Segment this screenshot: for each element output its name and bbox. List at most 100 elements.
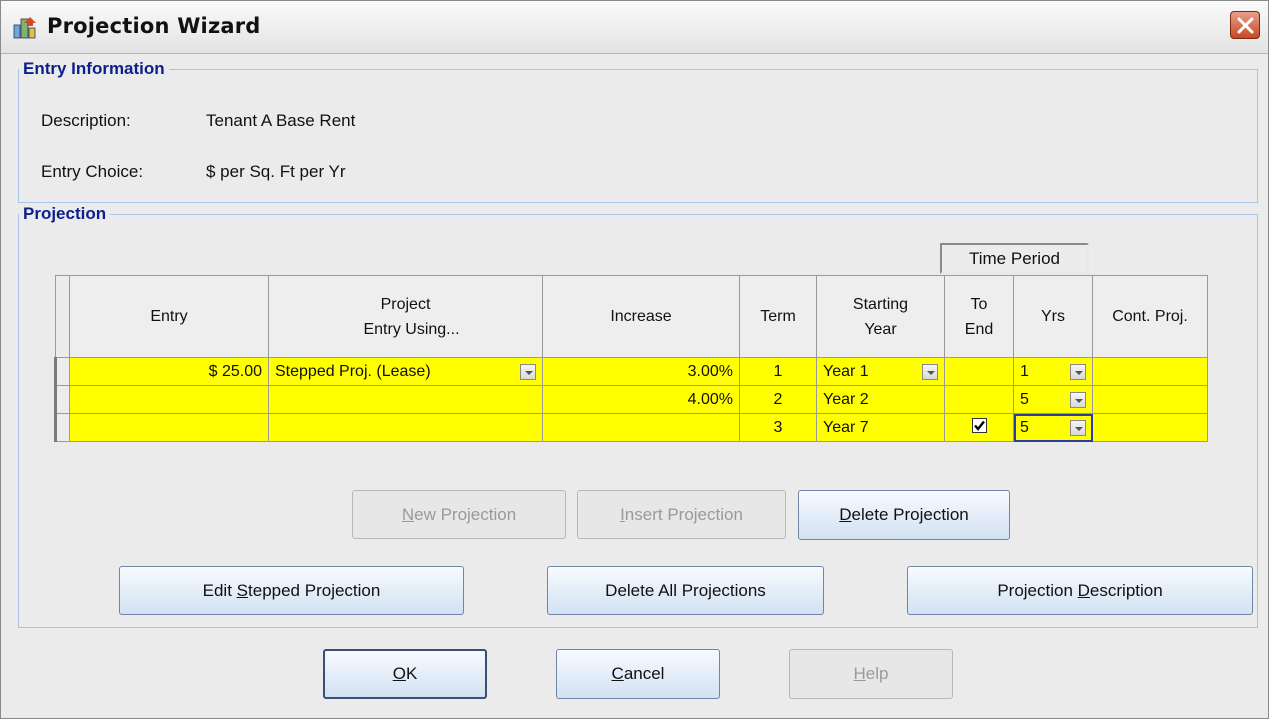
col-increase[interactable]: Increase — [542, 275, 740, 358]
edit-stepped-pre: Edit — [202, 580, 237, 600]
ok-label: K — [405, 664, 418, 683]
delete-projection-label: elete Projection — [851, 505, 969, 524]
chevron-down-icon[interactable] — [1070, 363, 1086, 380]
insert-projection-button[interactable]: Insert Projection — [577, 490, 786, 539]
cont-proj-cell[interactable] — [1092, 413, 1208, 442]
chevron-down-icon[interactable] — [922, 363, 938, 380]
method-cell[interactable]: Stepped Proj. (Lease) — [268, 357, 543, 386]
col-term-label: Term — [760, 308, 796, 325]
col-yrs-label: Yrs — [1041, 308, 1065, 325]
start-year-cell[interactable]: Year 1 — [816, 357, 945, 386]
chevron-down-icon[interactable] — [1070, 391, 1086, 408]
method-cell[interactable] — [268, 413, 543, 442]
description-label: Description: — [41, 111, 131, 130]
yrs-value: 5 — [1020, 418, 1029, 436]
col-yrs[interactable]: Yrs — [1013, 275, 1093, 358]
term-cell: 2 — [739, 385, 817, 414]
entry-information-group: Entry Information — [18, 59, 1258, 203]
to-end-checkbox[interactable] — [971, 417, 987, 433]
table-row[interactable]: $ 25.00 Stepped Proj. (Lease) 3.00% 1 Ye… — [54, 357, 1208, 386]
chevron-down-icon[interactable] — [1070, 419, 1086, 436]
cancel-label: ancel — [623, 664, 665, 683]
close-button[interactable] — [1230, 11, 1260, 39]
col-entry-label: Entry — [150, 308, 188, 325]
table-header-row: Entry Project Entry Using... Increase Ter… — [55, 275, 1208, 358]
chevron-down-icon[interactable] — [520, 363, 536, 380]
ok-button[interactable]: OK — [323, 649, 487, 699]
table-row[interactable]: 3 Year 7 5 — [54, 413, 1208, 442]
cancel-mnemonic: C — [611, 664, 624, 683]
col-increase-label: Increase — [610, 308, 672, 325]
col-start-label-1: Starting — [852, 295, 909, 313]
building-chart-icon — [13, 15, 39, 39]
insert-projection-label: nsert Projection — [624, 504, 743, 524]
projection-description-button[interactable]: Projection Description — [907, 566, 1253, 615]
col-cont-label: Cont. Proj. — [1112, 308, 1188, 325]
term-cell: 1 — [739, 357, 817, 386]
row-header[interactable] — [54, 357, 70, 386]
col-project-entry-using[interactable]: Project Entry Using... — [268, 275, 543, 358]
row-header-corner — [55, 275, 70, 358]
col-term[interactable]: Term — [739, 275, 817, 358]
title-bar[interactable]: Projection Wizard — [1, 1, 1268, 54]
delete-projection-mnemonic: D — [839, 505, 852, 524]
term-cell: 3 — [739, 413, 817, 442]
col-starting-year[interactable]: Starting Year — [816, 275, 945, 358]
yrs-cell[interactable]: 5 — [1013, 413, 1093, 442]
edit-stepped-label: tepped Projection — [248, 580, 381, 600]
start-year-cell[interactable]: Year 7 — [816, 413, 945, 442]
new-projection-button[interactable]: New Projection — [352, 490, 566, 539]
col-start-label-2: Year — [864, 320, 897, 338]
to-end-cell[interactable] — [944, 413, 1014, 442]
cont-proj-cell[interactable] — [1092, 357, 1208, 386]
cancel-button[interactable]: Cancel — [556, 649, 720, 699]
proj-desc-mnemonic: D — [1077, 580, 1090, 600]
entry-cell[interactable] — [69, 385, 269, 414]
entry-information-legend: Entry Information — [23, 59, 165, 78]
help-label: elp — [865, 664, 889, 683]
entry-cell[interactable]: $ 25.00 — [69, 357, 269, 386]
time-period-header: Time Period — [940, 243, 1089, 274]
help-mnemonic: H — [853, 664, 866, 683]
entry-cell[interactable] — [69, 413, 269, 442]
yrs-cell[interactable]: 1 — [1013, 357, 1093, 386]
yrs-cell[interactable]: 5 — [1013, 385, 1093, 414]
entry-choice-label: Entry Choice: — [41, 162, 144, 181]
method-cell[interactable] — [268, 385, 543, 414]
delete-all-projections-button[interactable]: Delete All Projections — [547, 566, 824, 615]
start-year-cell[interactable]: Year 2 — [816, 385, 945, 414]
delete-all-label: Delete All Projections — [605, 580, 766, 600]
cont-proj-cell[interactable] — [1092, 385, 1208, 414]
to-end-cell[interactable] — [944, 357, 1014, 386]
proj-desc-label: escription — [1089, 580, 1163, 600]
start-year-value: Year 1 — [823, 362, 869, 380]
row-header[interactable] — [54, 385, 70, 414]
close-icon — [1237, 17, 1254, 34]
projection-legend: Projection — [23, 204, 107, 223]
col-project-label-2: Entry Using... — [363, 320, 460, 338]
col-entry[interactable]: Entry — [69, 275, 269, 358]
checkmark-icon — [973, 420, 985, 431]
edit-stepped-mnemonic: S — [236, 580, 249, 600]
method-value: Stepped Proj. (Lease) — [275, 362, 431, 380]
increase-cell[interactable]: 3.00% — [542, 357, 740, 386]
table-row[interactable]: 4.00% 2 Year 2 5 — [54, 385, 1208, 414]
col-toend-label-1: To — [970, 295, 988, 313]
col-cont-proj[interactable]: Cont. Proj. — [1092, 275, 1208, 358]
ok-mnemonic: O — [392, 664, 406, 683]
edit-stepped-projection-button[interactable]: Edit Stepped Projection — [119, 566, 464, 615]
increase-cell[interactable]: 4.00% — [542, 385, 740, 414]
delete-projection-button[interactable]: Delete Projection — [798, 490, 1010, 540]
increase-cell[interactable] — [542, 413, 740, 442]
col-to-end[interactable]: To End — [944, 275, 1014, 358]
col-project-label-1: Project — [380, 295, 431, 313]
to-end-cell[interactable] — [944, 385, 1014, 414]
new-projection-mnemonic: N — [401, 504, 415, 524]
projection-wizard-window: Projection Wizard Entry Information Desc… — [0, 0, 1269, 719]
window-title: Projection Wizard — [47, 14, 261, 38]
help-button[interactable]: Help — [789, 649, 953, 699]
yrs-value: 5 — [1020, 390, 1029, 408]
projection-table: Entry Project Entry Using... Increase Ter… — [54, 275, 1208, 442]
yrs-value: 1 — [1020, 362, 1029, 380]
row-header[interactable] — [54, 413, 70, 442]
